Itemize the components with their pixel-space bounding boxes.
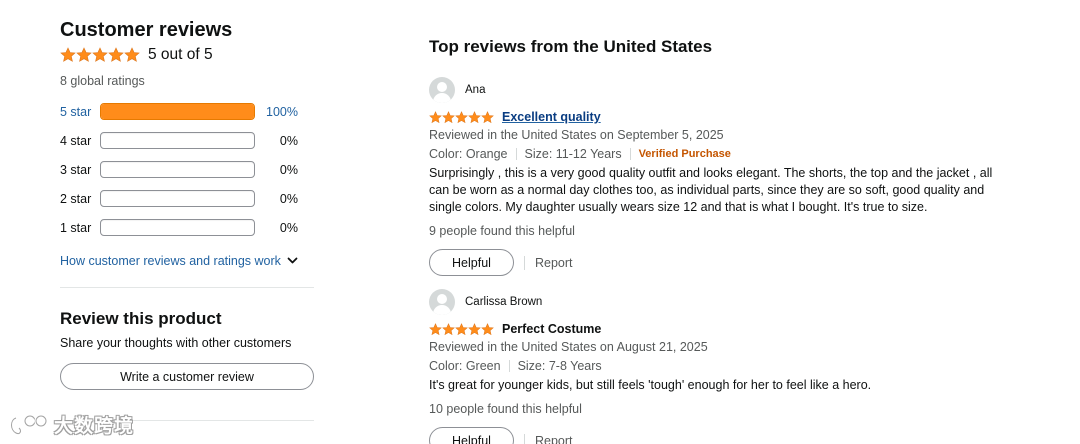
variant-separator (515, 147, 517, 160)
histogram-percent: 0% (279, 220, 298, 235)
review-product-subtitle: Share your thoughts with other customers (60, 336, 292, 350)
histogram-row-3-star: 3 star 0% (60, 155, 316, 184)
reviewer-name[interactable]: Ana (465, 84, 485, 96)
review-title-row: Excellent quality (429, 108, 1029, 126)
review-this-product: Review this product Share your thoughts … (60, 308, 316, 390)
histogram-row-1-star: 1 star 0% (60, 213, 316, 242)
histogram-label: 4 star (60, 133, 92, 148)
avatar-icon[interactable] (429, 289, 455, 315)
review-card: Carlissa Brown Perfect Costume Reviewed … (429, 289, 1029, 444)
review-star-rating[interactable] (429, 322, 494, 336)
avatar-icon[interactable] (429, 77, 455, 103)
star-icon (481, 110, 494, 123)
histogram-percent: 0% (279, 162, 298, 177)
star-icon (455, 322, 468, 335)
histogram-bar (100, 132, 255, 149)
review-title-row: Perfect Costume (429, 320, 1029, 338)
report-link[interactable]: Report (535, 434, 573, 444)
star-icon (124, 47, 140, 62)
review-title: Perfect Costume (502, 322, 602, 336)
rating-text: 5 out of 5 (148, 46, 213, 63)
verified-purchase-badge: Verified Purchase (638, 147, 731, 160)
variant-separator (629, 147, 631, 160)
histogram-percent[interactable]: 100% (255, 105, 298, 119)
how-reviews-work-link[interactable]: How customer reviews and ratings work (60, 252, 316, 270)
customer-reviews-title: Customer reviews (60, 19, 233, 41)
helpful-button[interactable]: Helpful (429, 249, 514, 276)
review-card: Ana Excellent quality Reviewed in the Un… (429, 77, 1029, 276)
variant-size: Size: 7-8 Years (517, 358, 602, 373)
star-icon (468, 322, 481, 335)
review-variant: Color: Orange Size: 11-12 Years Verified… (429, 145, 1029, 162)
star-icon (481, 322, 494, 335)
average-rating[interactable]: 5 out of 5 (60, 44, 316, 66)
histogram-row-5-star[interactable]: 5 star 100% (60, 97, 316, 126)
star-icon (76, 47, 92, 62)
histogram-bar[interactable] (100, 103, 255, 120)
star-icon (442, 110, 455, 123)
histogram-row-4-star: 4 star 0% (60, 126, 316, 155)
review-actions: Helpful Report (429, 427, 1029, 444)
top-reviews-title: Top reviews from the United States (429, 37, 713, 56)
histogram-bar (100, 161, 255, 178)
histogram-label: 1 star (60, 220, 92, 235)
star-icon (60, 47, 76, 62)
helpful-count: 10 people found this helpful (429, 402, 582, 416)
histogram-label[interactable]: 5 star (60, 105, 100, 119)
customer-reviews-summary: Customer reviews 5 out of 5 8 global rat… (60, 18, 316, 270)
star-icon (108, 47, 124, 62)
histogram-label: 2 star (60, 191, 92, 206)
histogram-percent: 0% (279, 133, 298, 148)
star-icon (429, 322, 442, 335)
histogram-bar (100, 190, 255, 207)
star-icon (92, 47, 108, 62)
variant-size: Size: 11-12 Years (524, 146, 622, 161)
star-icon (455, 110, 468, 123)
helpful-button[interactable]: Helpful (429, 427, 514, 444)
chevron-down-icon[interactable] (287, 257, 298, 265)
reviewer-name[interactable]: Carlissa Brown (465, 296, 542, 308)
histogram-fill (101, 104, 254, 119)
review-star-rating[interactable] (429, 110, 494, 124)
global-ratings-count: 8 global ratings (60, 74, 145, 88)
star-icon (468, 110, 481, 123)
histogram-bar (100, 219, 255, 236)
review-title-link[interactable]: Excellent quality (502, 110, 601, 124)
actions-separator (524, 255, 525, 270)
histogram-row-2-star: 2 star 0% (60, 184, 316, 213)
helpful-count: 9 people found this helpful (429, 224, 575, 238)
report-link[interactable]: Report (535, 256, 573, 270)
top-reviews-header: Top reviews from the United States (429, 36, 1029, 58)
how-reviews-work-label[interactable]: How customer reviews and ratings work (60, 254, 281, 268)
watermark-text: 大数跨境 (54, 416, 135, 437)
actions-separator (524, 433, 525, 444)
review-variant: Color: Green Size: 7-8 Years (429, 357, 1029, 374)
histogram-percent: 0% (279, 191, 298, 206)
reviewer-profile[interactable]: Carlissa Brown (429, 289, 1029, 315)
review-product-title: Review this product (60, 309, 222, 328)
section-divider (60, 287, 314, 288)
watermark-logo-icon (10, 414, 48, 435)
variant-color: Color: Green (429, 358, 501, 373)
review-body: It's great for younger kids, but still f… (429, 378, 872, 392)
review-body: Surprisingly , this is a very good quali… (429, 166, 993, 214)
review-actions: Helpful Report (429, 249, 1029, 276)
variant-separator (508, 359, 510, 372)
star-icon (429, 110, 442, 123)
review-date: Reviewed in the United States on August … (429, 340, 708, 354)
star-rating (60, 47, 140, 63)
review-date: Reviewed in the United States on Septemb… (429, 128, 724, 142)
variant-color: Color: Orange (429, 146, 508, 161)
write-review-button[interactable]: Write a customer review (60, 363, 314, 390)
reviewer-profile[interactable]: Ana (429, 77, 1029, 103)
watermark: 大数跨境 (8, 411, 134, 438)
rating-histogram: 5 star 100% 4 star 0% 3 star 0% 2 star 0… (60, 97, 316, 242)
histogram-label: 3 star (60, 162, 92, 177)
star-icon (442, 322, 455, 335)
